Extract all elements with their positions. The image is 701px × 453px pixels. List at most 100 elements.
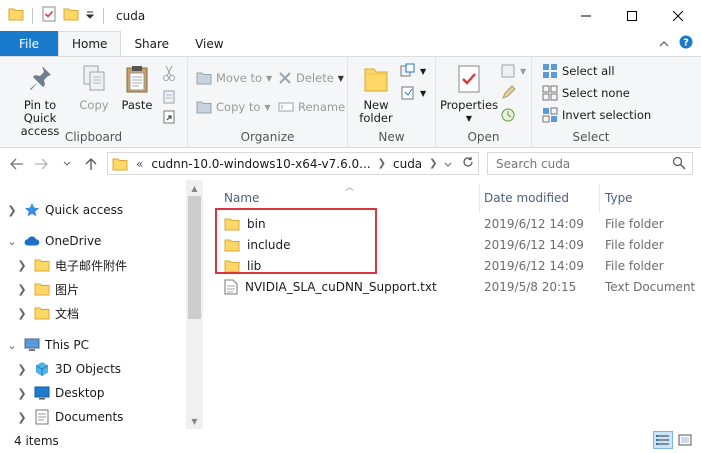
file-name: NVIDIA_SLA_cuDNN_Support.txt <box>245 279 437 294</box>
up-arrow-icon[interactable] <box>82 154 100 174</box>
cloud-icon <box>24 233 40 249</box>
search-placeholder: Search cuda <box>496 156 571 171</box>
new-group: New folder ▼ ▼ New <box>348 57 436 148</box>
copy-path-icon[interactable] <box>162 87 176 107</box>
delete-button[interactable]: Delete ▼ <box>278 68 344 88</box>
file-type: File folder <box>605 258 664 273</box>
toolbar-divider <box>32 7 33 24</box>
new-folder-icon[interactable] <box>63 7 79 24</box>
nav-item-quick-access[interactable]: ❯ Quick access <box>6 199 123 221</box>
svg-text:?: ? <box>683 38 689 49</box>
pin-to-quick-access-button[interactable]: Pin to Quick access <box>6 63 74 138</box>
search-input[interactable]: Search cuda <box>487 152 693 175</box>
tab-file[interactable]: File <box>0 31 58 56</box>
paste-button[interactable]: Paste <box>118 63 156 112</box>
toolbar-divider <box>103 7 104 24</box>
details-view-icon[interactable] <box>653 431 673 449</box>
chevron-right-icon[interactable]: ❯ <box>6 204 18 217</box>
copy-icon <box>78 63 110 95</box>
file-type: Text Document <box>605 279 696 294</box>
text-file-icon <box>224 279 238 294</box>
chevron-right-icon[interactable]: ❯ <box>16 307 28 320</box>
nav-item-desktop[interactable]: ❯ Desktop <box>16 382 104 404</box>
select-none-button[interactable]: Select none <box>542 83 630 103</box>
navigation-bar: « cudnn-10.0-windows10-x64-v7.6.0... ❯ c… <box>0 148 701 180</box>
column-header-date[interactable]: Date modified <box>484 184 569 212</box>
invert-selection-button[interactable]: Invert selection <box>542 105 651 125</box>
refresh-icon[interactable] <box>458 156 478 171</box>
scroll-down-icon[interactable]: ▼ <box>186 413 203 429</box>
recent-locations-chevron-icon[interactable] <box>58 154 76 174</box>
tab-home[interactable]: Home <box>58 31 122 56</box>
chevron-right-icon[interactable]: ❯ <box>378 158 386 169</box>
nav-item-onedrive[interactable]: ⌄ OneDrive <box>6 230 101 252</box>
file-date: 2019/6/12 14:09 <box>484 258 584 273</box>
customize-chevron-icon[interactable] <box>85 9 95 23</box>
nav-item-email-attachments[interactable]: ❯ 电子邮件附件 <box>16 254 127 276</box>
edit-icon[interactable] <box>500 83 516 103</box>
help-icon[interactable]: ? <box>679 35 693 52</box>
file-date: 2019/6/12 14:09 <box>484 237 584 252</box>
scrollbar-thumb[interactable] <box>188 196 201 319</box>
view-toggle <box>653 431 695 449</box>
nav-item-documents[interactable]: ❯ Documents <box>16 406 123 428</box>
file-date: 2019/5/8 20:15 <box>484 279 577 294</box>
new-folder-icon <box>360 63 392 95</box>
column-header-type[interactable]: Type <box>605 184 633 212</box>
breadcrumb-current[interactable]: cuda <box>393 157 422 171</box>
rename-icon <box>278 102 294 112</box>
tab-view[interactable]: View <box>182 31 236 56</box>
move-to-button[interactable]: Move to ▼ <box>196 68 272 88</box>
easy-access-icon[interactable]: ▼ <box>400 83 426 103</box>
paste-shortcut-icon[interactable] <box>162 107 176 127</box>
maximize-button[interactable] <box>609 0 655 31</box>
back-arrow-icon[interactable] <box>8 154 26 174</box>
copy-to-icon <box>196 101 212 114</box>
new-folder-button[interactable]: New folder <box>356 63 396 125</box>
overflow-path-icon[interactable]: « <box>136 157 143 171</box>
nav-item-documents-cn[interactable]: ❯ 文档 <box>16 302 79 324</box>
nav-item-this-pc[interactable]: ⌄ This PC <box>6 334 89 356</box>
computer-icon <box>24 337 40 353</box>
nav-item-pictures[interactable]: ❯ 图片 <box>16 278 79 300</box>
breadcrumb-parent[interactable]: cudnn-10.0-windows10-x64-v7.6.0... <box>151 157 370 171</box>
collapse-ribbon-icon[interactable] <box>659 37 669 51</box>
tab-share[interactable]: Share <box>121 31 182 56</box>
chevron-right-icon[interactable]: ❯ <box>16 259 28 272</box>
column-divider[interactable] <box>479 184 480 212</box>
chevron-down-icon[interactable]: ⌄ <box>6 235 18 248</box>
new-item-icon[interactable]: ▼ <box>400 61 426 81</box>
chevron-right-icon[interactable]: ❯ <box>16 411 28 424</box>
file-list: ︿ Name Date modified Type bin 2019/6/12 … <box>204 180 701 429</box>
chevron-right-icon[interactable]: ❯ <box>16 283 28 296</box>
properties-button[interactable]: Properties ▼ <box>440 63 498 125</box>
select-all-icon <box>543 64 557 78</box>
chevron-down-icon[interactable]: ⌄ <box>6 339 18 352</box>
forward-arrow-icon[interactable] <box>32 154 50 174</box>
ribbon-extra-controls: ? <box>659 31 701 56</box>
address-dropdown-icon[interactable] <box>438 157 458 171</box>
large-icons-view-icon[interactable] <box>675 431 695 449</box>
chevron-right-icon[interactable]: ❯ <box>429 158 437 169</box>
rename-button[interactable]: Rename <box>278 97 345 117</box>
scroll-up-icon[interactable]: ▲ <box>186 180 203 196</box>
copy-button[interactable]: Copy <box>76 63 112 112</box>
chevron-right-icon[interactable]: ❯ <box>16 363 28 376</box>
minimize-button[interactable] <box>563 0 609 31</box>
close-button[interactable] <box>655 0 701 31</box>
move-to-icon <box>196 72 212 85</box>
open-group: Properties ▼ ▼ Open <box>436 57 532 148</box>
select-all-button[interactable]: Select all <box>542 61 615 81</box>
folder-icon <box>34 257 50 273</box>
nav-pane-scrollbar[interactable]: ▲ ▼ <box>186 180 203 429</box>
properties-icon[interactable] <box>41 6 57 25</box>
table-row[interactable]: NVIDIA_SLA_cuDNN_Support.txt 2019/5/8 20… <box>204 276 701 297</box>
address-bar[interactable]: « cudnn-10.0-windows10-x64-v7.6.0... ❯ c… <box>107 152 479 175</box>
open-icon[interactable]: ▼ <box>500 61 526 81</box>
copy-to-button[interactable]: Copy to ▼ <box>196 97 271 117</box>
chevron-right-icon[interactable]: ❯ <box>16 387 28 400</box>
nav-item-3d-objects[interactable]: ❯ 3D Objects <box>16 358 121 380</box>
column-divider[interactable] <box>599 184 600 212</box>
cut-icon[interactable] <box>162 63 176 83</box>
history-icon[interactable] <box>500 105 516 125</box>
